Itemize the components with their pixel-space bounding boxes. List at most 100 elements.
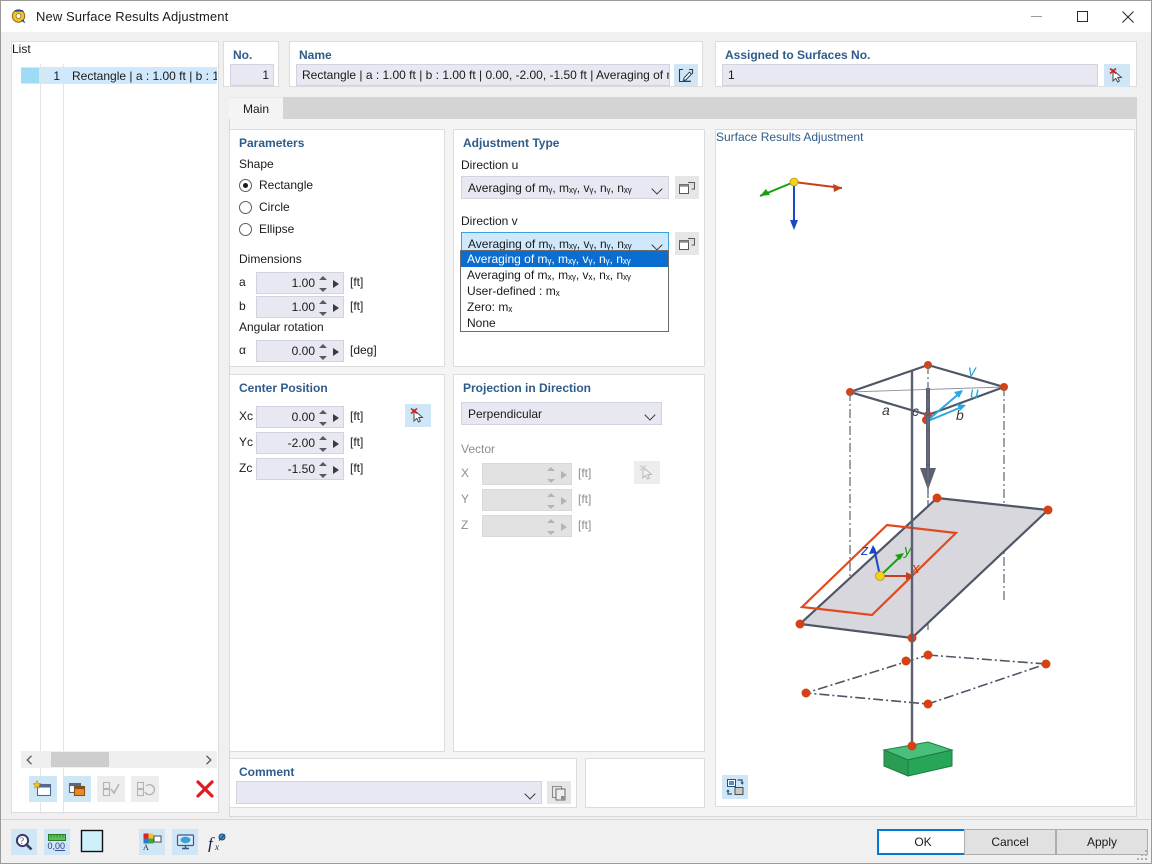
delete-item-button[interactable]: [191, 776, 219, 802]
dim-label-b: b: [956, 407, 964, 423]
list-column-separator-1: [40, 64, 41, 814]
pick-vector-icon: [634, 461, 660, 484]
direction-v-label: Direction v: [461, 214, 518, 228]
list-toolbar: [21, 769, 217, 811]
vector-y-symbol: Y: [461, 492, 470, 506]
center-z-spinner[interactable]: [318, 462, 327, 478]
scroll-left-arrow[interactable]: [21, 751, 38, 768]
edit-name-icon[interactable]: [674, 64, 698, 86]
radio-ellipse[interactable]: [239, 222, 252, 236]
chevron-down-icon[interactable]: [524, 788, 536, 800]
angular-rotation-unit: [deg]: [350, 343, 377, 357]
number-input[interactable]: 1: [230, 64, 274, 86]
dimension-a-spinner[interactable]: [318, 276, 327, 292]
resize-grip[interactable]: [1135, 848, 1147, 860]
list-item-number: 1: [53, 68, 60, 83]
direction-u-combo[interactable]: Averaging of mᵧ, mₓᵧ, vᵧ, nᵧ, nₓᵧ: [461, 176, 669, 199]
tab-main[interactable]: Main: [229, 97, 284, 119]
dimension-a-picker-arrow[interactable]: [333, 280, 339, 288]
monitor-icon[interactable]: [172, 829, 198, 855]
pick-surfaces-icon[interactable]: [1104, 64, 1130, 87]
function-icon[interactable]: f x: [205, 829, 231, 855]
center-x-value: 0.00: [291, 410, 315, 424]
center-x-picker-arrow[interactable]: [333, 414, 339, 422]
vector-z-spinner: [546, 519, 555, 535]
title-bar: New Surface Results Adjustment: [1, 1, 1151, 32]
cancel-button[interactable]: Cancel: [964, 829, 1056, 855]
name-input[interactable]: Rectangle | a : 1.00 ft | b : 1.00 ft | …: [296, 64, 670, 86]
dimension-b-picker-arrow[interactable]: [333, 304, 339, 312]
center-y-picker-arrow[interactable]: [333, 440, 339, 448]
vector-y-unit: [ft]: [578, 492, 592, 506]
ok-button[interactable]: OK: [877, 829, 969, 855]
ruler-number-icon[interactable]: 0, 00: [44, 829, 70, 855]
copy-item-button[interactable]: [63, 776, 91, 802]
angular-rotation-input[interactable]: 0.00: [256, 340, 344, 362]
local-z-label: z: [860, 542, 869, 559]
angular-rotation-spinner[interactable]: [318, 344, 327, 360]
chevron-down-icon: [651, 239, 663, 251]
shape-option-rectangle[interactable]: Rectangle: [239, 178, 313, 192]
vector-x-unit: [ft]: [578, 466, 592, 480]
direction-u-settings-button[interactable]: [675, 176, 699, 199]
center-y-input[interactable]: -2.00: [256, 432, 344, 454]
dimension-b-value: 1.00: [291, 300, 315, 314]
list-panel-title: List: [12, 42, 31, 56]
maximize-button[interactable]: [1059, 1, 1105, 32]
ground-projection: [805, 654, 1047, 705]
svg-text:f: f: [208, 834, 215, 852]
center-x-input[interactable]: 0.00: [256, 406, 344, 428]
scroll-right-arrow[interactable]: [200, 751, 217, 768]
close-button[interactable]: [1105, 1, 1151, 32]
comment-copy-button[interactable]: [547, 781, 571, 804]
shape-option-ellipse[interactable]: Ellipse: [239, 222, 294, 236]
projection-title: Projection in Direction: [463, 381, 592, 395]
center-x-spinner[interactable]: [318, 410, 327, 426]
list-column-separator-2: [63, 64, 64, 814]
dropdown-option-averaging-mx[interactable]: Averaging of mₓ, mₓᵧ, vₓ, nₓ, nₓᵧ: [461, 267, 668, 283]
dropdown-option-zero[interactable]: Zero: mₓ: [461, 299, 668, 315]
vector-y-input: [482, 489, 572, 511]
view-render-settings-icon[interactable]: [722, 775, 748, 799]
dimension-a-input[interactable]: 1.00: [256, 272, 344, 294]
direction-v-value: Averaging of mᵧ, mₓᵧ, vᵧ, nᵧ, nₓᵧ: [468, 236, 632, 251]
color-swatch-icon[interactable]: [79, 828, 105, 854]
angular-rotation-picker-arrow[interactable]: [333, 348, 339, 356]
parameters-title: Parameters: [239, 136, 305, 150]
check-all-button: [97, 776, 125, 802]
bottom-bar: ? 0, 00 A f x OK Cancel Apply: [1, 819, 1151, 863]
center-z-value: -1.50: [287, 462, 315, 476]
svg-text:u: u: [970, 385, 979, 402]
center-z-picker-arrow[interactable]: [333, 466, 339, 474]
minimize-button[interactable]: [1013, 1, 1059, 32]
list-item[interactable]: 1 Rectangle | a : 1.00 ft | b : 1.00 f: [21, 67, 217, 84]
radio-rectangle[interactable]: [239, 178, 252, 192]
scrollbar-thumb[interactable]: [51, 752, 109, 767]
viewport-3d[interactable]: Surface Results Adjustment u v a b c x y…: [715, 129, 1135, 807]
dimension-b-spinner[interactable]: [318, 300, 327, 316]
legend-icon[interactable]: A: [139, 829, 165, 855]
dimension-b-input[interactable]: 1.00: [256, 296, 344, 318]
center-y-spinner[interactable]: [318, 436, 327, 452]
dropdown-option-averaging-my[interactable]: Averaging of mᵧ, mₓᵧ, vᵧ, nᵧ, nₓᵧ: [461, 251, 668, 267]
window-controls: [1013, 1, 1151, 32]
center-z-input[interactable]: -1.50: [256, 458, 344, 480]
shape-option-circle[interactable]: Circle: [239, 200, 290, 214]
pick-point-icon[interactable]: [405, 404, 431, 427]
dropdown-option-user-defined[interactable]: User-defined : mₓ: [461, 283, 668, 299]
projection-mode-combo[interactable]: Perpendicular: [461, 402, 662, 425]
comment-group: Comment: [229, 758, 577, 808]
center-y-unit: [ft]: [350, 435, 364, 449]
list-horizontal-scrollbar[interactable]: [21, 751, 217, 768]
dropdown-option-none[interactable]: None: [461, 315, 668, 331]
comment-input[interactable]: [236, 781, 542, 804]
viewport-canvas[interactable]: u v a b c x y z: [716, 130, 1136, 806]
radio-circle[interactable]: [239, 200, 252, 214]
new-item-button[interactable]: [29, 776, 57, 802]
shape-option-ellipse-label: Ellipse: [259, 222, 295, 236]
direction-v-dropdown-list[interactable]: Averaging of mᵧ, mₓᵧ, vᵧ, nᵧ, nₓᵧ Averag…: [460, 250, 669, 332]
direction-v-settings-button[interactable]: [675, 232, 699, 255]
assigned-surfaces-input[interactable]: 1: [722, 64, 1098, 86]
vector-x-symbol: X: [461, 466, 470, 480]
magnifier-icon[interactable]: ?: [11, 829, 37, 855]
